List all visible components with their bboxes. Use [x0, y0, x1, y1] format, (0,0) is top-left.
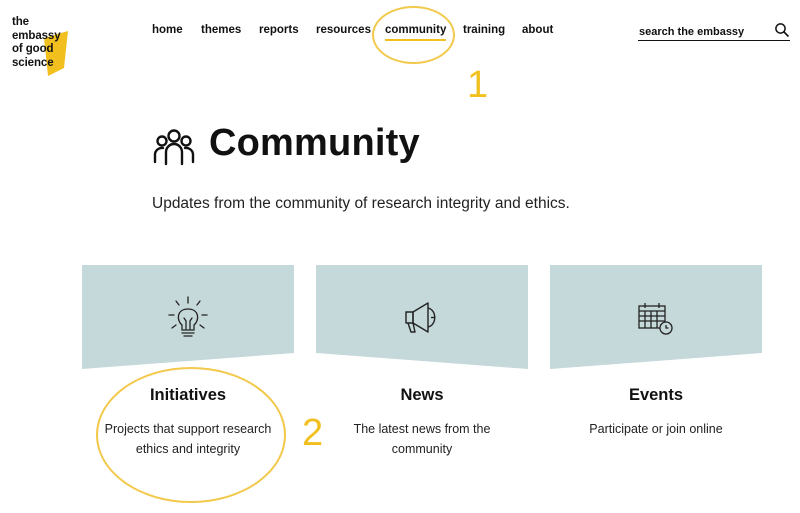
card-description: The latest news from the community	[353, 422, 491, 456]
annotation-number-1: 1	[467, 64, 489, 106]
nav-home[interactable]: home	[152, 24, 183, 36]
search-icon[interactable]	[774, 22, 790, 38]
card-initiatives[interactable]: Initiatives Projects that support resear…	[82, 265, 294, 456]
card-events[interactable]: Events Participate or join online	[550, 265, 762, 436]
calendar-icon	[638, 303, 673, 335]
people-icon	[153, 129, 195, 166]
nav-about[interactable]: about	[522, 24, 553, 36]
nav-themes[interactable]: themes	[201, 24, 241, 36]
card-description: Participate or join online	[589, 422, 723, 436]
megaphone-icon	[405, 302, 436, 333]
annotation-number-2: 2	[302, 412, 324, 454]
card-title: Events	[628, 386, 684, 404]
nav-resources[interactable]: resources	[316, 24, 371, 36]
card-title: News	[400, 386, 444, 404]
site-logo[interactable]: the embassy of good science	[12, 14, 82, 76]
annotation-circle-initiatives	[96, 367, 286, 503]
search-bar	[638, 22, 790, 41]
search-input[interactable]	[638, 24, 759, 38]
page-subtitle: Updates from the community of research i…	[152, 195, 570, 212]
nav-training[interactable]: training	[463, 24, 505, 36]
page-title: Community	[209, 122, 420, 164]
card-news[interactable]: News The latest news from the community	[316, 265, 528, 456]
nav-reports[interactable]: reports	[259, 24, 299, 36]
annotation-circle-community	[372, 6, 455, 64]
lightbulb-icon	[168, 296, 208, 337]
logo-text: the embassy of good science	[12, 16, 61, 69]
